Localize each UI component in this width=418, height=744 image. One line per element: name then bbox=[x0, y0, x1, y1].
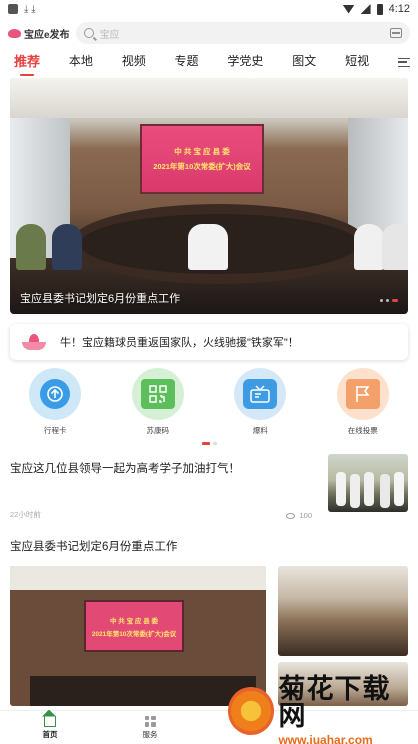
quick-action-health-code[interactable]: 苏康码 bbox=[123, 368, 193, 436]
nav-home-label: 首页 bbox=[42, 729, 58, 739]
tv-icon bbox=[243, 379, 278, 409]
vote-flag-icon bbox=[345, 379, 380, 409]
battery-icon bbox=[376, 3, 383, 15]
carousel-indicator bbox=[380, 299, 398, 302]
wifi-icon bbox=[342, 4, 355, 14]
watermark-url: www.juahar.com bbox=[278, 732, 373, 744]
tab-recommend[interactable]: 推荐 bbox=[14, 51, 40, 74]
scan-icon[interactable] bbox=[390, 28, 402, 38]
status-left: ⤓ ⤓ bbox=[8, 4, 36, 15]
carousel-dot bbox=[380, 299, 383, 302]
flower-logo-icon bbox=[228, 687, 275, 735]
tab-topics[interactable]: 专题 bbox=[175, 52, 199, 73]
app-logo: 宝应e发布 bbox=[8, 26, 70, 41]
news-ticker[interactable]: 牛！宝应籍球员重返国家队，火线驰援"铁家军"！ bbox=[10, 324, 408, 360]
person bbox=[188, 224, 228, 270]
tab-photo-text[interactable]: 图文 bbox=[292, 52, 316, 73]
top-bar: 宝应e发布 宝应 bbox=[0, 18, 418, 48]
gallery-screen-line1: 中 共 宝 应 县 委 bbox=[109, 617, 159, 625]
quick-action-label: 苏康码 bbox=[146, 426, 170, 435]
hero-people bbox=[10, 210, 408, 270]
carousel-dot-active bbox=[392, 299, 398, 302]
person bbox=[382, 224, 408, 270]
gallery-table bbox=[30, 676, 256, 706]
gallery-screen-line2: 2021年第10次常委(扩大)会议 bbox=[91, 630, 177, 638]
category-tabs: 推荐 本地 视频 专题 学党史 图文 短视 bbox=[0, 48, 418, 76]
watermark: 菊花下载网 www.juahar.com bbox=[228, 675, 414, 744]
news-item-title: 宝应县委书记划定6月份重点工作 bbox=[10, 541, 178, 553]
home-icon bbox=[44, 715, 56, 727]
status-time: 4:12 bbox=[388, 3, 410, 15]
tab-local[interactable]: 本地 bbox=[69, 52, 93, 73]
lotus-logo-icon bbox=[8, 28, 21, 38]
quick-action-circle bbox=[131, 368, 184, 420]
app-logo-text: 宝应e发布 bbox=[24, 29, 70, 41]
hero-ceiling bbox=[10, 78, 408, 118]
news-item-views: 100 bbox=[286, 511, 312, 520]
quick-action-report[interactable]: 爆料 bbox=[225, 368, 295, 436]
qr-code-icon bbox=[140, 379, 175, 409]
hero-screen-line1: 中 共 宝 应 县 委 bbox=[174, 147, 230, 156]
gallery-image-secondary bbox=[278, 566, 408, 656]
person bbox=[354, 224, 384, 270]
news-item-view-count: 100 bbox=[299, 511, 312, 520]
quick-actions-pager bbox=[0, 442, 418, 446]
quick-action-label: 在线投票 bbox=[347, 426, 378, 435]
quick-action-circle bbox=[234, 368, 287, 420]
pager-dot-active bbox=[201, 442, 210, 445]
quick-actions: 行程卡 苏康码 爆料 在线投票 bbox=[0, 368, 418, 436]
person bbox=[52, 224, 82, 270]
hero-meeting-screen: 中 共 宝 应 县 委 2021年第10次常委(扩大)会议 bbox=[140, 124, 264, 194]
menu-icon[interactable] bbox=[397, 57, 410, 67]
nav-home[interactable]: 首页 bbox=[0, 711, 100, 744]
news-item-thumbnail bbox=[328, 454, 408, 512]
quick-action-label: 行程卡 bbox=[44, 426, 67, 435]
notification-app-icon bbox=[8, 4, 18, 14]
search-icon bbox=[83, 28, 94, 38]
quick-action-circle bbox=[29, 368, 82, 420]
news-item[interactable]: 宝应这几位县领导一起为高考学子加油打气！ 22小时前 100 bbox=[10, 454, 408, 520]
carousel-dot bbox=[386, 299, 389, 302]
status-bar: ⤓ ⤓ 4:12 bbox=[0, 0, 418, 18]
arrow-up-circle-icon bbox=[40, 379, 71, 409]
tab-party-history[interactable]: 学党史 bbox=[227, 52, 263, 73]
ticker-text: 牛！宝应籍球员重返国家队，火线驰援"铁家军"！ bbox=[60, 337, 299, 349]
quick-action-online-vote[interactable]: 在线投票 bbox=[328, 368, 398, 436]
search-input[interactable]: 宝应 bbox=[75, 22, 410, 44]
quick-action-label: 爆料 bbox=[252, 426, 268, 435]
pager-dot bbox=[212, 442, 217, 445]
gallery-ceiling bbox=[10, 566, 266, 590]
hero-screen-line2: 2021年第10次常委(扩大)会议 bbox=[153, 162, 251, 171]
quick-action-itinerary-card[interactable]: 行程卡 bbox=[20, 368, 90, 436]
news-item-time: 22小时前 bbox=[10, 510, 41, 519]
gallery-meeting-screen: 中 共 宝 应 县 委 2021年第10次常委(扩大)会议 bbox=[84, 600, 184, 652]
status-right: 4:12 bbox=[342, 3, 410, 15]
watermark-site-name: 菊花下载网 bbox=[278, 673, 391, 731]
download-icon: ⤓ ⤓ bbox=[24, 3, 36, 15]
watermark-text: 菊花下载网 www.juahar.com bbox=[278, 673, 414, 744]
tab-video[interactable]: 视频 bbox=[122, 52, 146, 73]
nav-services-label: 服务 bbox=[142, 729, 158, 739]
hero-carousel[interactable]: 中 共 宝 应 县 委 2021年第10次常委(扩大)会议 宝应县委书记划定6月… bbox=[10, 78, 408, 314]
search-placeholder: 宝应 bbox=[99, 29, 120, 41]
nav-services[interactable]: 服务 bbox=[100, 711, 200, 744]
signal-icon bbox=[360, 4, 371, 14]
grid-icon bbox=[144, 715, 156, 727]
hero-caption: 宝应县委书记划定6月份重点工作 bbox=[20, 293, 181, 305]
tab-short-video[interactable]: 短视 bbox=[345, 52, 369, 73]
person bbox=[16, 224, 46, 270]
lotus-icon bbox=[22, 334, 46, 350]
quick-action-circle bbox=[336, 368, 389, 420]
eye-icon bbox=[286, 512, 296, 519]
